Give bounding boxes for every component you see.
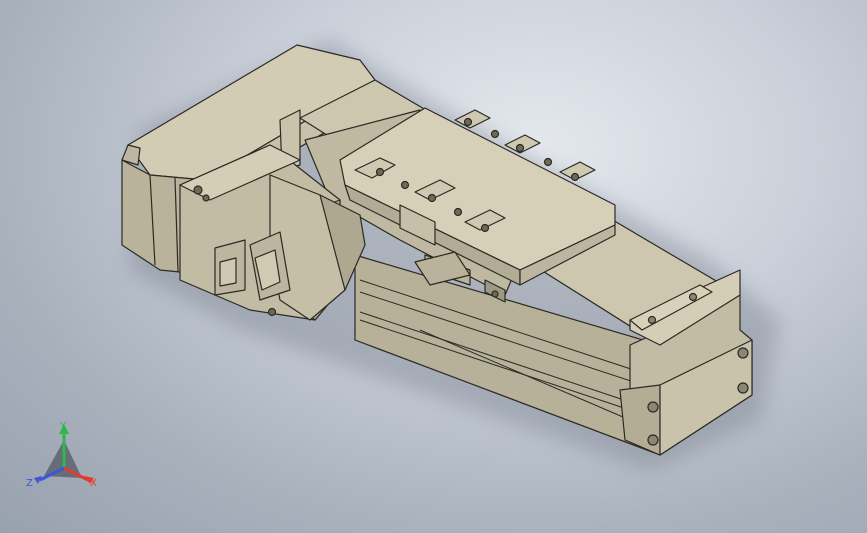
orientation-triad[interactable]: Y X Z [24, 418, 104, 494]
3d-viewport[interactable]: Y X Z [0, 0, 867, 533]
linear-actuator-model[interactable] [0, 0, 867, 533]
y-axis-label: Y [59, 421, 67, 432]
x-axis-label: X [90, 478, 97, 489]
z-axis-label: Z [26, 478, 33, 489]
